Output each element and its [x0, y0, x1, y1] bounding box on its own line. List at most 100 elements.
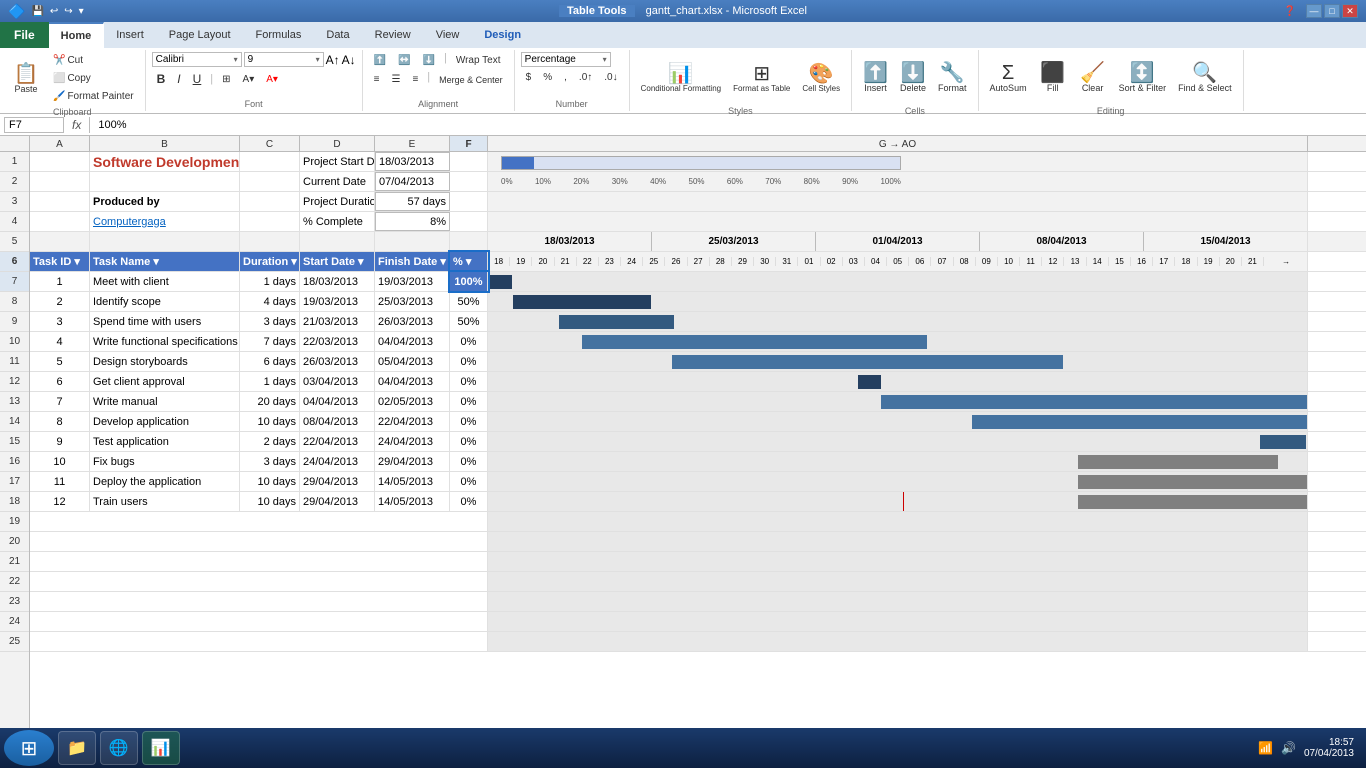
- cell-C12[interactable]: 1 days: [240, 372, 300, 391]
- tab-formulas[interactable]: Formulas: [244, 22, 315, 48]
- cell-E11[interactable]: 05/04/2013: [375, 352, 450, 371]
- cell-C1[interactable]: [240, 152, 300, 171]
- col-header-D[interactable]: D: [300, 136, 375, 152]
- cell-19-main[interactable]: [30, 512, 488, 531]
- wrap-text-btn[interactable]: Wrap Text: [451, 52, 506, 69]
- start-button[interactable]: ⊞: [4, 730, 54, 766]
- tab-home[interactable]: Home: [49, 22, 105, 48]
- undo-quick-btn[interactable]: ↩: [48, 6, 60, 17]
- cell-20-main[interactable]: [30, 532, 488, 551]
- cell-A5[interactable]: [30, 232, 90, 251]
- cell-A14[interactable]: 8: [30, 412, 90, 431]
- cell-B8[interactable]: Identify scope: [90, 292, 240, 311]
- cell-C9[interactable]: 3 days: [240, 312, 300, 331]
- customize-quick-btn[interactable]: ▾: [77, 6, 86, 17]
- align-middle-btn[interactable]: ↔️: [393, 52, 415, 69]
- insert-button[interactable]: ⬆️ Insert: [858, 52, 893, 104]
- cell-A7[interactable]: 1: [30, 272, 90, 291]
- fill-button[interactable]: ⬛ Fill: [1034, 52, 1072, 104]
- cell-F13[interactable]: 0%: [450, 392, 488, 411]
- align-center-btn[interactable]: ☰: [386, 71, 405, 88]
- cell-styles-btn[interactable]: 🎨 Cell Styles: [797, 52, 845, 104]
- cell-E3[interactable]: 57 days: [375, 192, 450, 211]
- cell-D14[interactable]: 08/04/2013: [300, 412, 375, 431]
- cell-C8[interactable]: 4 days: [240, 292, 300, 311]
- increase-font-btn[interactable]: A↑: [326, 53, 340, 67]
- cell-23-main[interactable]: [30, 592, 488, 611]
- cell-E6[interactable]: Finish Date ▾: [375, 252, 450, 271]
- taskbar-chrome[interactable]: 🌐: [100, 731, 138, 765]
- cell-C18[interactable]: 10 days: [240, 492, 300, 511]
- increase-decimal-btn[interactable]: .0↑: [574, 69, 597, 86]
- cell-C13[interactable]: 20 days: [240, 392, 300, 411]
- cell-D10[interactable]: 22/03/2013: [300, 332, 375, 351]
- cell-E4[interactable]: 8%: [375, 212, 450, 231]
- col-header-C[interactable]: C: [240, 136, 300, 152]
- cell-B18[interactable]: Train users: [90, 492, 240, 511]
- underline-button[interactable]: U: [188, 69, 207, 89]
- minimize-btn[interactable]: —: [1306, 4, 1322, 18]
- decrease-font-btn[interactable]: A↓: [342, 53, 356, 67]
- cell-F11[interactable]: 0%: [450, 352, 488, 371]
- cell-D13[interactable]: 04/04/2013: [300, 392, 375, 411]
- cell-D17[interactable]: 29/04/2013: [300, 472, 375, 491]
- maximize-btn[interactable]: □: [1324, 4, 1340, 18]
- cell-C2[interactable]: [240, 172, 300, 191]
- align-left-btn[interactable]: ≡: [369, 71, 385, 88]
- number-format-dropdown[interactable]: Percentage ▾: [521, 52, 611, 67]
- align-top-btn[interactable]: ⬆️: [369, 52, 391, 69]
- cell-D12[interactable]: 03/04/2013: [300, 372, 375, 391]
- font-size-dropdown[interactable]: 9 ▾: [244, 52, 324, 67]
- cell-24-main[interactable]: [30, 612, 488, 631]
- cell-B15[interactable]: Test application: [90, 432, 240, 451]
- cell-B6[interactable]: Task Name ▾: [90, 252, 240, 271]
- cell-A17[interactable]: 11: [30, 472, 90, 491]
- cell-A9[interactable]: 3: [30, 312, 90, 331]
- cell-B16[interactable]: Fix bugs: [90, 452, 240, 471]
- cell-E2[interactable]: 07/04/2013: [375, 172, 450, 191]
- cell-A13[interactable]: 7: [30, 392, 90, 411]
- font-color-button[interactable]: A▾: [261, 71, 283, 88]
- cell-D1[interactable]: Project Start Date: [300, 152, 375, 171]
- accounting-btn[interactable]: $: [521, 69, 537, 86]
- cell-F18[interactable]: 0%: [450, 492, 488, 511]
- cut-button[interactable]: ✂️ Cut: [48, 52, 139, 69]
- col-header-F[interactable]: F: [450, 136, 488, 152]
- cell-E17[interactable]: 14/05/2013: [375, 472, 450, 491]
- cell-F8[interactable]: 50%: [450, 292, 488, 311]
- autosum-button[interactable]: Σ AutoSum: [985, 52, 1032, 104]
- copy-button[interactable]: ⬜ Copy: [48, 70, 139, 87]
- taskbar-excel[interactable]: 📊: [142, 731, 180, 765]
- cell-E10[interactable]: 04/04/2013: [375, 332, 450, 351]
- bold-button[interactable]: B: [152, 69, 171, 89]
- cell-C6[interactable]: Duration ▾: [240, 252, 300, 271]
- cell-F12[interactable]: 0%: [450, 372, 488, 391]
- find-select-button[interactable]: 🔍 Find & Select: [1173, 52, 1237, 104]
- cell-B2[interactable]: [90, 172, 240, 191]
- cell-A6[interactable]: Task ID ▾: [30, 252, 90, 271]
- tab-view[interactable]: View: [424, 22, 473, 48]
- cell-E5[interactable]: [375, 232, 450, 251]
- align-bottom-btn[interactable]: ⬇️: [418, 52, 440, 69]
- cell-C7[interactable]: 1 days: [240, 272, 300, 291]
- cell-B9[interactable]: Spend time with users: [90, 312, 240, 331]
- cell-F1[interactable]: [450, 152, 488, 171]
- col-header-E[interactable]: E: [375, 136, 450, 152]
- cell-A12[interactable]: 6: [30, 372, 90, 391]
- cell-D8[interactable]: 19/03/2013: [300, 292, 375, 311]
- col-header-B[interactable]: B: [90, 136, 240, 152]
- format-button[interactable]: 🔧 Format: [933, 52, 972, 104]
- cell-C14[interactable]: 10 days: [240, 412, 300, 431]
- cell-F15[interactable]: 0%: [450, 432, 488, 451]
- cell-F5[interactable]: [450, 232, 488, 251]
- comma-btn[interactable]: ,: [559, 69, 572, 86]
- cell-E8[interactable]: 25/03/2013: [375, 292, 450, 311]
- save-quick-btn[interactable]: 💾: [29, 6, 45, 17]
- cell-F16[interactable]: 0%: [450, 452, 488, 471]
- cell-D9[interactable]: 21/03/2013: [300, 312, 375, 331]
- cell-F9[interactable]: 50%: [450, 312, 488, 331]
- cell-D3[interactable]: Project Duration: [300, 192, 375, 211]
- cell-C10[interactable]: 7 days: [240, 332, 300, 351]
- cell-B12[interactable]: Get client approval: [90, 372, 240, 391]
- cell-A16[interactable]: 10: [30, 452, 90, 471]
